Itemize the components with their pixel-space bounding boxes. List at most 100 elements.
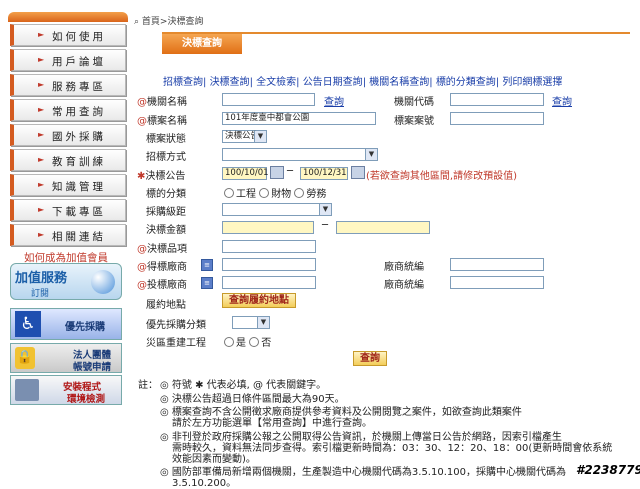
arrow-icon: ►	[38, 180, 48, 189]
sidebar-item-label: 相關連結	[52, 231, 106, 243]
category-radio-group: 工程 財物 勞務	[224, 185, 326, 200]
award-item-label: @決標品項	[137, 244, 187, 255]
sidebar-item-service[interactable]: ► 服務專區	[10, 74, 126, 96]
banner-subtitle: 帳號申請	[73, 362, 112, 373]
category-option-engineering[interactable]: 工程	[224, 188, 256, 200]
award-amount-max-input[interactable]	[336, 221, 430, 234]
link-tender-query[interactable]: 招標查詢	[163, 77, 203, 88]
link-fulltext-search[interactable]: 全文檢索	[256, 77, 296, 88]
sidebar-item-how-to-use[interactable]: ► 如何使用	[10, 24, 126, 46]
link-category-query[interactable]: 標的分類查詢	[436, 77, 496, 88]
disaster-project-label: 災區重建工程	[146, 338, 206, 349]
case-no-label: 標案案號	[394, 116, 434, 127]
value-added-service-banner[interactable]: 加值服務 訂閱	[10, 263, 122, 300]
wheelchair-icon: ♿	[15, 311, 41, 337]
bidding-vendor-label: @投標廠商	[137, 280, 187, 291]
agency-name-input[interactable]	[222, 93, 315, 106]
sidebar-item-common-query[interactable]: ► 常用查詢	[10, 99, 126, 121]
award-item-input[interactable]	[222, 240, 316, 253]
performance-location-label: 履約地點	[146, 300, 186, 311]
arrow-icon: ►	[38, 130, 48, 139]
link-award-query[interactable]: 決標查詢	[210, 77, 250, 88]
sidebar-item-training[interactable]: ► 教育訓練	[10, 149, 126, 171]
location-query-button[interactable]: 查詢履約地點	[222, 293, 296, 308]
disaster-option-yes[interactable]: 是	[224, 337, 246, 349]
calendar-icon[interactable]	[351, 166, 365, 179]
award-notice-label: ✱決標公告	[137, 171, 186, 182]
query-type-links: 招標查詢| 決標查詢| 全文檢索| 公告日期查詢| 機關名稱查詢| 標的分類查詢…	[163, 77, 563, 88]
calendar-icon[interactable]	[270, 166, 284, 179]
note-line: 3.5.10.200。	[172, 478, 237, 489]
vendor-lookup-icon[interactable]: ≡	[201, 259, 213, 271]
sidebar-item-label: 如何使用	[52, 31, 106, 43]
award-amount-min-input[interactable]	[222, 221, 314, 234]
agency-name-query-link[interactable]: 查詢	[324, 93, 344, 108]
sidebar-item-forum[interactable]: ► 用戶論壇	[10, 49, 126, 71]
chevron-down-icon: ▼	[319, 204, 331, 215]
winning-vendor-id-input[interactable]	[450, 258, 544, 271]
submit-query-button[interactable]: 查詢	[353, 351, 387, 366]
agency-code-input[interactable]	[450, 93, 544, 106]
tab-award-query[interactable]: 決標查詢	[162, 34, 242, 54]
sidebar-item-links[interactable]: ► 相關連結	[10, 224, 126, 246]
link-date-query[interactable]: 公告日期查詢	[303, 77, 363, 88]
award-date-to-input[interactable]: 100/12/31	[300, 167, 348, 180]
tender-method-label: 招標方式	[146, 152, 186, 163]
winning-vendor-input[interactable]	[222, 258, 316, 271]
watermark-id: #2238779	[576, 463, 640, 477]
priority-category-select[interactable]: ▼	[232, 316, 270, 329]
chevron-down-icon: ▼	[365, 149, 377, 160]
case-status-select[interactable]: 決標公告 ▼	[222, 130, 267, 143]
case-status-label: 標案狀態	[146, 134, 186, 145]
sidebar-item-label: 常用查詢	[52, 106, 106, 118]
sidebar-item-knowledge[interactable]: ► 知識管理	[10, 174, 126, 196]
search-icon: ⌕	[134, 17, 142, 27]
link-print-select[interactable]: 列印網標選擇	[502, 77, 562, 88]
case-no-input[interactable]	[450, 112, 544, 125]
sidebar-item-label: 下載專區	[52, 206, 106, 218]
sidebar: ► 如何使用 ► 用戶論壇 ► 服務專區 ► 常用查詢 ► 國外採購 ► 教育訓練 ► 知識管…	[0, 0, 130, 483]
banner-subtitle: 環境檢測	[67, 394, 106, 405]
sidebar-item-label: 國外採購	[52, 131, 106, 143]
winning-vendor-label: @得標廠商	[137, 262, 187, 273]
sidebar-item-download[interactable]: ► 下載專區	[10, 199, 126, 221]
arrow-icon: ►	[38, 105, 48, 114]
category-label: 標的分類	[146, 189, 186, 200]
agency-name-label: @機關名稱	[137, 97, 187, 108]
sidebar-item-label: 知識管理	[52, 181, 106, 193]
tab-bar: 決標查詢	[162, 32, 630, 56]
link-agency-query[interactable]: 機關名稱查詢	[369, 77, 429, 88]
breadcrumb: ⌕ 首頁>決標查詢	[134, 14, 203, 27]
banner-title: 優先採購	[65, 322, 105, 333]
category-option-service[interactable]: 勞務	[294, 188, 326, 200]
vendor-lookup-icon[interactable]: ≡	[201, 277, 213, 289]
disaster-radio-group: 是 否	[224, 334, 271, 349]
corporate-account-banner[interactable]: 🔒 法人團體 帳號申請	[10, 343, 122, 373]
bidding-vendor-input[interactable]	[222, 276, 316, 289]
award-date-from-input[interactable]: 100/10/01	[222, 167, 269, 180]
disaster-option-no[interactable]: 否	[249, 337, 271, 349]
notes-prefix: 註：	[138, 380, 158, 391]
arrow-icon: ►	[38, 230, 48, 239]
arrow-icon: ►	[38, 55, 48, 64]
bidding-vendor-id-label: 廠商統編	[384, 280, 424, 291]
procurement-level-label: 採購級距	[146, 207, 186, 218]
winning-vendor-id-label: 廠商統編	[384, 262, 424, 273]
chevron-down-icon: ▼	[257, 317, 269, 328]
bidding-vendor-id-input[interactable]	[450, 276, 544, 289]
install-check-banner[interactable]: 安裝程式 環境檢測	[10, 375, 122, 405]
arrow-icon: ►	[38, 80, 48, 89]
priority-procurement-banner[interactable]: ♿ 優先採購	[10, 308, 122, 340]
date-range-hint: (若欲查詢其他區間,請修改預設值)	[366, 171, 517, 182]
tender-method-select[interactable]: ▼	[222, 148, 378, 161]
category-option-property[interactable]: 財物	[259, 188, 291, 200]
sidebar-item-label: 服務專區	[52, 81, 106, 93]
note-line: ◎ 符號 ✱ 代表必填, @ 代表關鍵字。	[160, 380, 327, 391]
procurement-level-select[interactable]: ▼	[222, 203, 332, 216]
award-amount-label: 決標金額	[146, 225, 186, 236]
case-name-input[interactable]: 101年度臺中都會公園	[222, 112, 376, 125]
breadcrumb-text[interactable]: 首頁>決標查詢	[142, 17, 204, 27]
sidebar-item-foreign-procurement[interactable]: ► 國外採購	[10, 124, 126, 146]
agency-code-query-link[interactable]: 查詢	[552, 93, 572, 108]
date-range-dash: ─	[287, 166, 294, 177]
